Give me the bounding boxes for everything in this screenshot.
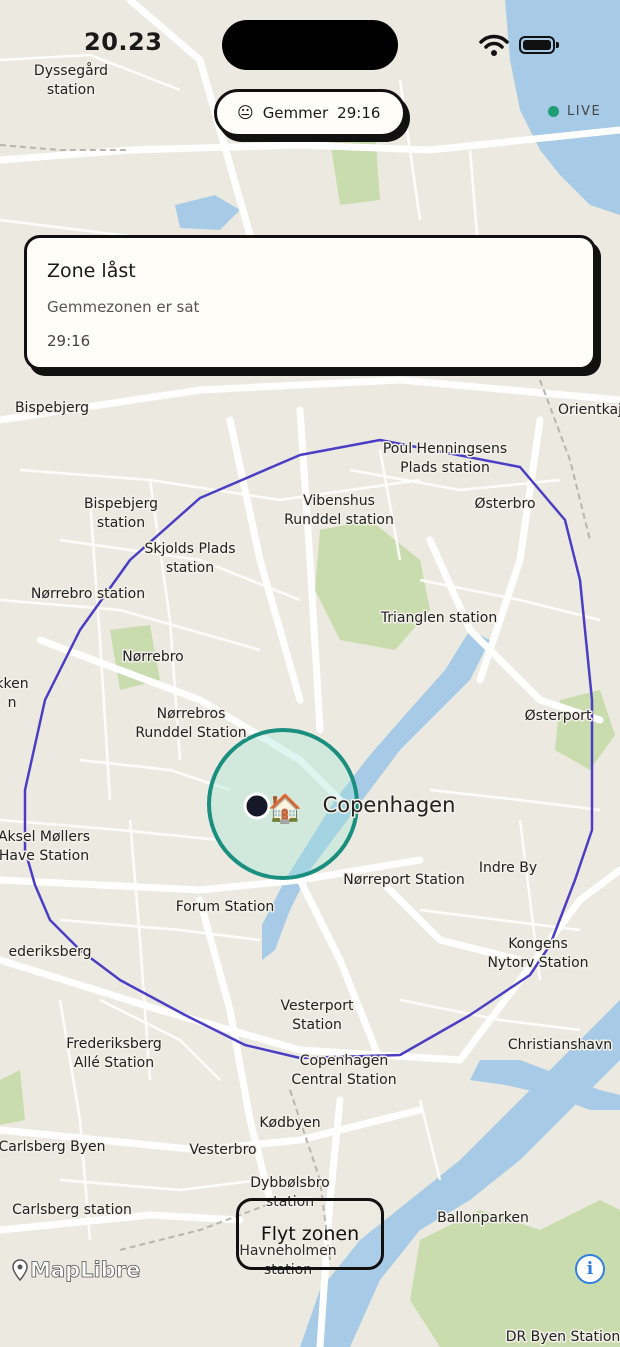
map-label: Forum Station [176,899,275,915]
battery-icon [519,36,555,54]
card-time: 29:16 [47,332,91,350]
map-label: Carlsberg station [12,1202,132,1218]
info-icon[interactable]: i [575,1254,605,1284]
map-label: Ballonparken [437,1210,529,1226]
map-label: DR Byen Station [506,1329,620,1345]
move-zone-button[interactable]: Flyt zonen [236,1198,384,1270]
player-location-dot [243,792,271,820]
map-label: Indre By [479,860,537,876]
battery-cap [556,42,559,48]
map-pin-icon [12,1259,28,1281]
map-label: Nørrebro station [31,586,145,602]
map-label: Christianshavn [508,1037,612,1053]
card-title: Zone låst [47,260,136,282]
map-label: ederiksberg [8,944,91,960]
map-label: Nørrebro [122,649,184,665]
live-dot-icon [548,106,559,117]
map-label: Bispebjerg [15,400,89,416]
map[interactable]: 🏠 Dyssegård stationBispebjerg OrientkajPou… [0,0,620,1347]
map-label: Vesterbro [189,1142,256,1158]
zone-locked-card[interactable]: Zone låst Gemmezonen er sat 29:16 [24,235,596,370]
wifi-icon [479,34,509,56]
map-label: Copenhagen [323,793,456,817]
live-indicator: LIVE [548,104,601,119]
live-label: LIVE [567,104,602,119]
home-marker-icon: 🏠 [268,792,303,825]
map-label: Østerport [525,708,592,724]
map-label: Trianglen station [380,610,497,626]
dynamic-island [222,20,398,70]
map-label: Nørreport Station [343,872,465,888]
maplibre-label: MapLibre [30,1258,141,1283]
timer-label: Gemmer [262,104,329,122]
maplibre-attribution[interactable]: MapLibre [12,1258,141,1283]
status-time: 20.23 [84,28,163,56]
timer-time: 29:16 [337,104,381,122]
card-subtitle: Gemmezonen er sat [47,298,200,316]
map-label: Kødbyen [259,1115,320,1131]
map-label: Carlsberg Byen [0,1139,106,1155]
neutral-face-icon: 😐 [237,103,254,122]
map-label: Orientkaj [558,402,620,418]
map-label: Østerbro [474,496,535,512]
timer-pill[interactable]: 😐 Gemmer 29:16 [214,89,406,137]
